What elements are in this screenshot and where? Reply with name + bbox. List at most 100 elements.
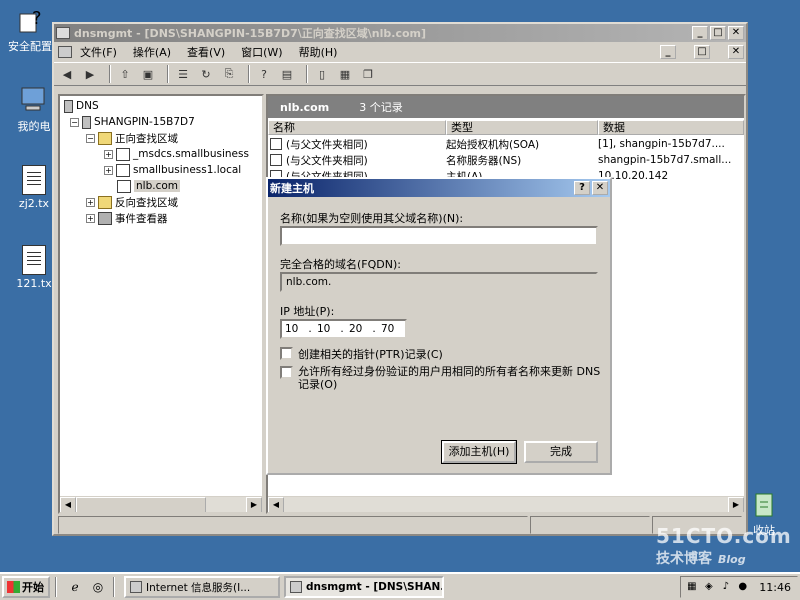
tree-node-zone-msdcs[interactable]: + _msdcs.smallbusiness (64, 146, 262, 162)
tree-horizontal-scrollbar[interactable]: ◀ ▶ (60, 496, 262, 512)
dns-app-icon (290, 581, 302, 593)
child-minimize-button[interactable]: _ (660, 45, 676, 59)
back-arrow-icon[interactable]: ◀ (58, 65, 76, 83)
clock[interactable]: 11:46 (759, 581, 791, 594)
scroll-thumb[interactable] (76, 497, 206, 512)
maximize-button[interactable]: □ (710, 26, 726, 40)
new-record-icon[interactable]: ▦ (336, 65, 354, 83)
forward-arrow-icon[interactable]: ▶ (81, 65, 99, 83)
window-titlebar[interactable]: dnsmgmt - [DNS\SHANGPIN-15B7D7\正向查找区域\nl… (54, 24, 746, 42)
server-icon (82, 115, 91, 129)
help-icon[interactable]: ? (255, 65, 273, 83)
show-tree-icon[interactable]: ▣ (139, 65, 157, 83)
ip-octet-1[interactable]: 10 (282, 323, 306, 335)
action-pane-icon[interactable]: ▤ (278, 65, 296, 83)
tree-node-server[interactable]: − SHANGPIN-15B7D7 (64, 114, 262, 130)
tree-node-event-viewer[interactable]: + 事件查看器 (64, 210, 262, 226)
child-restore-button[interactable]: □ (694, 45, 710, 59)
auth-update-checkbox[interactable] (280, 366, 293, 379)
record-row[interactable]: (与父文件夹相同) 起始授权机构(SOA) [1], shangpin-15b7… (270, 136, 744, 152)
console-icon[interactable] (58, 46, 72, 58)
desktop-icon-security-config[interactable]: ? 安全配置 (0, 4, 60, 54)
close-button[interactable]: ✕ (728, 26, 744, 40)
properties-icon[interactable]: ☰ (174, 65, 192, 83)
tree-node-reverse-zones[interactable]: + 反向查找区域 (64, 194, 262, 210)
record-type: 起始授权机构(SOA) (446, 138, 540, 151)
update-icon[interactable]: ● (736, 581, 749, 594)
tree-node-label: 正向查找区域 (115, 132, 178, 145)
iis-app-icon (130, 581, 142, 593)
start-button[interactable]: 开始 (2, 576, 50, 598)
tree-node-dns[interactable]: DNS (64, 98, 262, 114)
document-icon[interactable]: ▯ (313, 65, 331, 83)
tree-node-zone-smallbusiness1[interactable]: + smallbusiness1.local (64, 162, 262, 178)
name-label: 名称(如果为空则使用其父域名称)(N): (280, 212, 464, 225)
taskbar: 开始 ℯ ◎ Internet 信息服务(I... dnsmgmt - [DNS… (0, 572, 800, 600)
tree-pane: DNS − SHANGPIN-15B7D7 − 正向查找区域 + _msdcs.… (58, 94, 264, 514)
network-icon[interactable]: ▦ (685, 581, 698, 594)
record-data: shangpin-15b7d7.small... (598, 154, 732, 166)
ptr-checkbox[interactable] (280, 347, 293, 360)
watermark-line2: 技术博客 (656, 551, 712, 567)
task-button-label: dnsmgmt - [DNS\SHAN... (306, 581, 444, 593)
ip-octet-2[interactable]: 10 (314, 323, 338, 335)
host-name-input[interactable] (280, 226, 598, 246)
scroll-left-icon[interactable]: ◀ (268, 497, 284, 512)
collapse-icon[interactable]: − (70, 117, 79, 127)
menu-window[interactable]: 窗口(W) (241, 44, 282, 60)
menu-file[interactable]: 文件(F) (80, 44, 117, 60)
auth-update-checkbox-row[interactable]: 允许所有经过身份验证的用户用相同的所有者名称来更新 DNS 记录(O) (280, 365, 606, 391)
refresh-icon[interactable]: ↻ (197, 65, 215, 83)
task-button-iis[interactable]: Internet 信息服务(I... (124, 576, 280, 598)
tree-node-zone-nlb[interactable]: nlb.com (64, 178, 262, 194)
minimize-button[interactable]: _ (692, 26, 708, 40)
event-log-icon (98, 211, 112, 225)
ip-dot: . (340, 323, 344, 335)
dialog-help-button[interactable]: ? (574, 181, 590, 195)
scroll-left-icon[interactable]: ◀ (60, 497, 76, 512)
done-button[interactable]: 完成 (524, 441, 598, 463)
ip-address-input[interactable]: 10 . 10 . 20 . 70 (280, 319, 407, 339)
toolbar-separator (306, 65, 308, 83)
export-list-icon[interactable]: ⎘ (220, 65, 238, 83)
volume-icon[interactable]: ♪ (719, 581, 732, 594)
expand-icon[interactable]: + (86, 197, 95, 207)
fqdn-field: nlb.com. (280, 272, 598, 292)
ip-octet-4[interactable]: 70 (378, 323, 402, 335)
column-header-name[interactable]: 名称 (268, 120, 446, 135)
scroll-right-icon[interactable]: ▶ (728, 497, 744, 512)
zone-name-title: nlb.com (280, 100, 330, 114)
ip-octet-3[interactable]: 20 (346, 323, 370, 335)
collapse-icon[interactable]: − (86, 133, 95, 143)
security-config-icon: ? (14, 4, 46, 36)
quick-launch-icon[interactable]: ◎ (88, 577, 108, 597)
security-shield-icon[interactable]: ◈ (702, 581, 715, 594)
watermark: 51CTO.com 技术博客 Blog (656, 524, 796, 570)
child-close-button[interactable]: ✕ (728, 45, 744, 59)
menu-help[interactable]: 帮助(H) (299, 44, 338, 60)
menu-action[interactable]: 操作(A) (133, 44, 171, 60)
expand-icon[interactable]: + (104, 149, 113, 159)
tree-node-forward-zones[interactable]: − 正向查找区域 (64, 130, 262, 146)
dialog-close-button[interactable]: ✕ (592, 181, 608, 195)
auth-update-checkbox-label: 允许所有经过身份验证的用户用相同的所有者名称来更新 DNS 记录(O) (298, 365, 601, 391)
start-label: 开始 (22, 581, 44, 594)
record-name: (与父文件夹相同) (286, 138, 368, 151)
menu-view[interactable]: 查看(V) (187, 44, 225, 60)
records-horizontal-scrollbar[interactable]: ◀ ▶ (268, 496, 744, 512)
column-header-data[interactable]: 数据 (598, 120, 744, 135)
up-folder-icon[interactable]: ⇧ (116, 65, 134, 83)
fqdn-label: 完全合格的域名(FQDN): (280, 258, 401, 271)
expand-icon[interactable]: + (104, 165, 113, 175)
scroll-right-icon[interactable]: ▶ (246, 497, 262, 512)
copy-icon[interactable]: ❐ (359, 65, 377, 83)
expand-icon[interactable]: + (86, 213, 95, 223)
column-header-type[interactable]: 类型 (446, 120, 598, 135)
toolbar-separator (109, 65, 111, 83)
record-row[interactable]: (与父文件夹相同) 名称服务器(NS) shangpin-15b7d7.smal… (270, 152, 744, 168)
task-button-dnsmgmt[interactable]: dnsmgmt - [DNS\SHAN... (284, 576, 444, 598)
add-host-button[interactable]: 添加主机(H) (441, 440, 517, 464)
dialog-titlebar[interactable]: 新建主机 ? ✕ (268, 179, 610, 197)
internet-explorer-icon[interactable]: ℯ (65, 577, 85, 597)
ptr-checkbox-row[interactable]: 创建相关的指针(PTR)记录(C) (280, 346, 600, 362)
